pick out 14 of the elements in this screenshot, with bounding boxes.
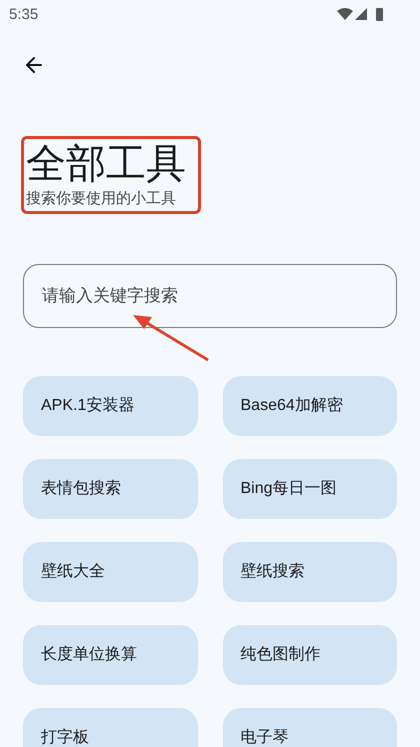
tool-button[interactable]: 壁纸搜索 xyxy=(222,542,397,602)
tool-button[interactable]: APK.1安装器 xyxy=(23,376,198,436)
tool-button[interactable]: 电子琴 xyxy=(222,708,397,747)
page-title: 全部工具 xyxy=(26,141,187,188)
tool-button[interactable]: 表情包搜索 xyxy=(23,459,198,519)
tool-button[interactable]: 壁纸大全 xyxy=(23,542,198,602)
tool-button[interactable]: Base64加解密 xyxy=(222,376,397,436)
tool-button[interactable]: 长度单位换算 xyxy=(23,625,198,685)
page-subtitle: 搜索你要使用的小工具 xyxy=(26,189,177,209)
search-field[interactable]: 请输入关键字搜索 xyxy=(23,264,397,328)
tool-button[interactable]: 纯色图制作 xyxy=(222,625,397,685)
tool-button[interactable]: 打字板 xyxy=(23,708,198,747)
tool-button[interactable]: Bing每日一图 xyxy=(222,459,397,519)
status-time: 5:35 xyxy=(9,4,38,25)
